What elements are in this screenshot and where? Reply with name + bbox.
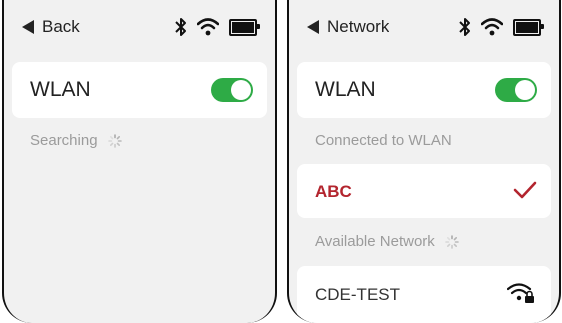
wlan-connected-screen: Network WLAN Connected to WLAN ABC Avail… bbox=[287, 0, 561, 323]
back-label: Network bbox=[327, 17, 390, 36]
status-bar: Network bbox=[289, 0, 559, 56]
connected-network-name: ABC bbox=[315, 182, 352, 201]
wlan-toggle[interactable] bbox=[495, 78, 537, 102]
wifi-icon bbox=[481, 18, 503, 36]
wifi-lock-icon bbox=[507, 283, 534, 303]
battery-icon bbox=[229, 18, 260, 36]
wlan-row: WLAN bbox=[297, 62, 551, 118]
bluetooth-icon bbox=[175, 18, 186, 36]
status-bar: Back bbox=[4, 0, 275, 56]
back-button[interactable]: Network bbox=[307, 15, 389, 39]
checkmark-icon bbox=[513, 181, 537, 199]
connected-network-row[interactable]: ABC bbox=[297, 164, 551, 218]
available-network-row[interactable]: CDE-TEST bbox=[297, 266, 551, 323]
wlan-toggle[interactable] bbox=[211, 78, 253, 102]
spinner-icon bbox=[444, 234, 459, 249]
connected-section-label: Connected to WLAN bbox=[315, 132, 452, 149]
status-icons bbox=[459, 15, 544, 39]
wifi-icon bbox=[197, 18, 219, 36]
back-arrow-icon bbox=[22, 20, 34, 34]
wlan-label: WLAN bbox=[315, 78, 376, 101]
available-section-label: Available Network bbox=[315, 233, 459, 250]
searching-status: Searching bbox=[30, 132, 122, 149]
wlan-row: WLAN bbox=[12, 62, 267, 118]
status-icons bbox=[175, 15, 260, 39]
back-button[interactable]: Back bbox=[22, 15, 80, 39]
battery-icon bbox=[513, 18, 544, 36]
wlan-label: WLAN bbox=[30, 78, 91, 101]
spinner-icon bbox=[107, 133, 122, 148]
wlan-search-screen: Back WLAN Searching bbox=[2, 0, 277, 323]
available-network-name: CDE-TEST bbox=[315, 285, 400, 304]
back-arrow-icon bbox=[307, 20, 319, 34]
back-label: Back bbox=[42, 17, 80, 36]
searching-label: Searching bbox=[30, 132, 98, 149]
bluetooth-icon bbox=[459, 18, 470, 36]
